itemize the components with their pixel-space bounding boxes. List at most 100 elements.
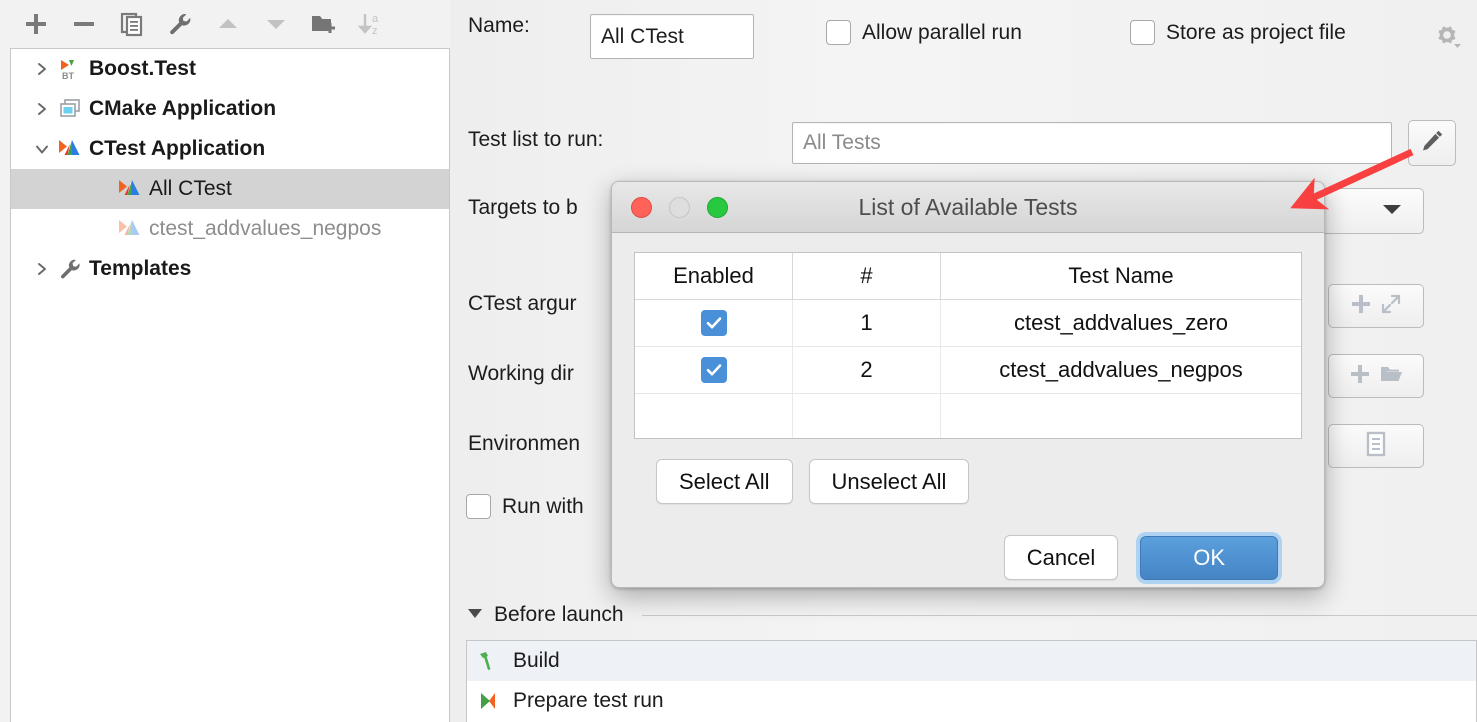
checkbox-box[interactable]	[1130, 20, 1155, 45]
name-input[interactable]: All CTest	[590, 14, 754, 59]
row-number-cell: 1	[792, 300, 940, 347]
plus-icon	[1349, 363, 1371, 390]
empty-cell	[635, 394, 792, 438]
row-test-name-cell: ctest_addvalues_negpos	[940, 347, 1301, 394]
checkbox-box[interactable]	[826, 20, 851, 45]
run-with-label: Run with	[502, 495, 584, 519]
ctest-arguments-row: CTest argur	[468, 292, 577, 316]
row-enabled-cell[interactable]	[635, 347, 792, 394]
targets-to-build-row: Targets to b	[468, 196, 578, 220]
svg-text:z: z	[372, 25, 378, 37]
working-directory-label: Working dir	[468, 362, 574, 386]
wrench-icon[interactable]	[166, 10, 194, 38]
checkbox-box[interactable]	[466, 494, 491, 519]
before-launch-section: Before launch Build	[466, 598, 1477, 722]
triangle-down-icon[interactable]	[466, 606, 484, 625]
tree-item-label: Boost.Test	[89, 57, 196, 81]
pencil-icon	[1419, 128, 1445, 159]
tree-item-cmake-application[interactable]: CMake Application	[11, 89, 449, 129]
svg-text:a: a	[372, 13, 379, 25]
table-empty-row	[635, 394, 1301, 438]
store-as-project-file-label: Store as project file	[1166, 21, 1346, 45]
row-enabled-cell[interactable]	[635, 300, 792, 347]
row-number-cell: 2	[792, 347, 940, 394]
tree-item-all-ctest[interactable]: All CTest	[11, 169, 449, 209]
environment-label: Environmen	[468, 432, 580, 456]
dialog-body: Enabled # Test Name 1 ctest_addvalues_ze…	[612, 233, 1324, 580]
tree-item-label: Templates	[89, 257, 191, 281]
ctest-arguments-label: CTest argur	[468, 292, 577, 316]
dialog-titlebar[interactable]: List of Available Tests	[612, 182, 1324, 233]
edit-environment-button[interactable]	[1328, 424, 1424, 468]
tree-item-templates[interactable]: Templates	[11, 249, 449, 289]
ctest-run-icon	[115, 176, 145, 202]
before-launch-item-build[interactable]: Build	[467, 641, 1476, 681]
store-as-project-file-checkbox[interactable]: Store as project file	[1130, 20, 1346, 45]
section-divider	[642, 615, 1477, 616]
selection-buttons: Select All Unselect All	[656, 459, 1302, 504]
edit-test-list-button[interactable]	[1408, 120, 1456, 166]
zoom-button[interactable]	[707, 197, 728, 218]
copy-icon[interactable]	[118, 10, 146, 38]
run-with-checkbox[interactable]: Run with	[466, 494, 584, 519]
row-test-name-cell: ctest_addvalues_zero	[940, 300, 1301, 347]
svg-text:BT: BT	[62, 71, 74, 81]
tree-item-label: All CTest	[149, 177, 232, 201]
test-list-to-run-label: Test list to run:	[468, 128, 603, 152]
close-button[interactable]	[631, 197, 652, 218]
tree-item-label: CMake Application	[89, 97, 276, 121]
tree-item-label: ctest_addvalues_negpos	[149, 217, 381, 241]
table-header-row: Enabled # Test Name	[635, 253, 1301, 300]
test-list-to-run-input[interactable]: All Tests	[792, 122, 1392, 164]
folder-add-icon[interactable]	[310, 10, 338, 38]
wrench-icon	[55, 256, 85, 282]
minimize-button[interactable]	[669, 197, 690, 218]
chevron-down-icon[interactable]	[29, 136, 55, 162]
column-header-enabled: Enabled	[635, 253, 792, 300]
checkbox-checked-icon[interactable]	[701, 357, 727, 383]
run-configurations-sidebar: a z BT Boost.Test	[0, 0, 450, 722]
expand-icon	[1380, 293, 1402, 320]
sidebar-toolbar: a z	[0, 0, 450, 48]
available-tests-table[interactable]: Enabled # Test Name 1 ctest_addvalues_ze…	[634, 252, 1302, 439]
before-launch-list[interactable]: Build Prepare test run	[466, 640, 1477, 722]
browse-working-dir-button[interactable]	[1328, 354, 1424, 398]
before-launch-item-label: Build	[513, 649, 560, 673]
add-button[interactable]	[22, 10, 50, 38]
gear-dropdown-icon[interactable]	[1426, 16, 1468, 58]
document-list-icon	[1364, 431, 1388, 462]
name-row: Name:	[468, 14, 530, 38]
list-of-available-tests-dialog[interactable]: List of Available Tests Enabled # Test N…	[611, 181, 1325, 588]
chevron-right-icon[interactable]	[29, 96, 55, 122]
dialog-action-buttons: Cancel OK	[634, 535, 1278, 580]
before-launch-item-label: Prepare test run	[513, 689, 664, 713]
boost-test-icon: BT	[55, 56, 85, 82]
before-launch-title: Before launch	[494, 603, 624, 627]
tree-item-ctest-addvalues-negpos[interactable]: ctest_addvalues_negpos	[11, 209, 449, 249]
folder-open-icon	[1379, 363, 1403, 390]
empty-cell	[792, 394, 940, 438]
window-controls	[631, 197, 728, 218]
environment-row: Environmen	[468, 432, 580, 456]
allow-parallel-run-label: Allow parallel run	[862, 21, 1022, 45]
before-launch-header[interactable]: Before launch	[466, 598, 1477, 632]
table-row[interactable]: 2 ctest_addvalues_negpos	[635, 347, 1301, 394]
empty-cell	[940, 394, 1301, 438]
checkbox-checked-icon[interactable]	[701, 310, 727, 336]
cancel-button[interactable]: Cancel	[1004, 535, 1118, 580]
tree-item-ctest-application[interactable]: CTest Application	[11, 129, 449, 169]
remove-button[interactable]	[70, 10, 98, 38]
tree-item-boost-test[interactable]: BT Boost.Test	[11, 49, 449, 89]
chevron-right-icon[interactable]	[29, 56, 55, 82]
table-row[interactable]: 1 ctest_addvalues_zero	[635, 300, 1301, 347]
app-window: a z BT Boost.Test	[0, 0, 1477, 722]
before-launch-item-prepare-test-run[interactable]: Prepare test run	[467, 681, 1476, 721]
select-all-button[interactable]: Select All	[656, 459, 793, 504]
add-ctest-argument-button[interactable]	[1328, 284, 1424, 328]
chevron-right-icon[interactable]	[29, 256, 55, 282]
ok-button[interactable]: OK	[1140, 536, 1278, 580]
run-configuration-tree[interactable]: BT Boost.Test CMake Application	[10, 48, 450, 722]
allow-parallel-run-checkbox[interactable]: Allow parallel run	[826, 20, 1022, 45]
sort-az-icon: a z	[358, 10, 386, 38]
unselect-all-button[interactable]: Unselect All	[809, 459, 970, 504]
